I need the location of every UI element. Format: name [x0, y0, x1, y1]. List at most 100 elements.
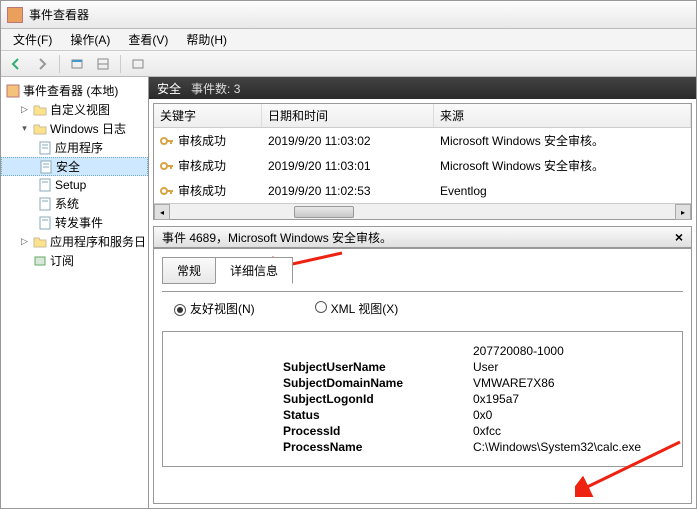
log-icon: [37, 215, 53, 231]
tree-label: Windows 日志: [50, 120, 126, 137]
folder-icon: [32, 102, 48, 118]
separator: [59, 55, 60, 73]
tree-label: 转发事件: [55, 214, 103, 231]
cell-src: Microsoft Windows 安全审核。: [440, 157, 604, 174]
radio-xml-view[interactable]: XML 视图(X): [315, 300, 399, 317]
cell-dt: 2019/9/20 11:03:02: [268, 134, 371, 148]
menu-help[interactable]: 帮助(H): [178, 29, 235, 50]
scroll-right-button[interactable]: ▸: [675, 204, 691, 220]
radio-icon: [174, 304, 186, 316]
tree-custom-views[interactable]: ▷ 自定义视图: [1, 100, 148, 119]
tab-general[interactable]: 常规: [162, 257, 216, 284]
key-processid: ProcessId: [283, 424, 473, 438]
menu-file[interactable]: 文件(F): [5, 29, 60, 50]
forward-button[interactable]: [31, 54, 53, 74]
tree-label: 应用程序: [55, 139, 103, 156]
cell-kw: 审核成功: [178, 157, 226, 174]
key-processname: ProcessName: [283, 440, 473, 454]
tree-root[interactable]: 事件查看器 (本地): [1, 81, 148, 100]
tree-windows-logs[interactable]: ▾ Windows 日志: [1, 119, 148, 138]
nav-tree: 事件查看器 (本地) ▷ 自定义视图 ▾ Windows 日志 应用程序 安全 …: [1, 77, 149, 508]
tree-system[interactable]: 系统: [1, 194, 148, 213]
cell-src: Microsoft Windows 安全审核。: [440, 132, 604, 149]
toolbar-btn-3[interactable]: [127, 54, 149, 74]
detail-header: 事件 4689，Microsoft Windows 安全审核。 ×: [153, 226, 692, 248]
scroll-thumb[interactable]: [294, 206, 354, 218]
key-subjectdomainname: SubjectDomainName: [283, 376, 473, 390]
toolbar: [1, 51, 696, 77]
list-title: 安全: [157, 80, 181, 97]
horizontal-scrollbar[interactable]: ◂ ▸: [154, 203, 691, 219]
back-button[interactable]: [5, 54, 27, 74]
tree-label: 订阅: [50, 252, 74, 269]
menu-action[interactable]: 操作(A): [62, 29, 118, 50]
cell-src: Eventlog: [440, 184, 487, 198]
tree-forwarded[interactable]: 转发事件: [1, 213, 148, 232]
scroll-left-button[interactable]: ◂: [154, 204, 170, 220]
eventviewer-icon: [5, 83, 21, 99]
list-header-bar: 安全 事件数: 3: [149, 77, 696, 99]
tree-label: 安全: [56, 158, 80, 175]
log-icon: [37, 177, 53, 193]
log-icon: [37, 196, 53, 212]
grid-body: 审核成功 2019/9/20 11:03:02 Microsoft Window…: [154, 128, 691, 203]
window-title: 事件查看器: [29, 6, 89, 23]
close-icon[interactable]: ×: [675, 229, 683, 245]
tree-application[interactable]: 应用程序: [1, 138, 148, 157]
cell-kw: 审核成功: [178, 132, 226, 149]
tree-label: 系统: [55, 195, 79, 212]
col-source[interactable]: 来源: [434, 104, 691, 127]
menu-view[interactable]: 查看(V): [120, 29, 176, 50]
cell-kw: 审核成功: [178, 182, 226, 199]
collapse-icon[interactable]: ▾: [19, 123, 30, 134]
col-datetime[interactable]: 日期和时间: [262, 104, 434, 127]
toolbar-btn-2[interactable]: [92, 54, 114, 74]
table-row[interactable]: 审核成功 2019/9/20 11:02:53 Eventlog: [154, 178, 691, 203]
value-status: 0x0: [473, 408, 492, 422]
value-subjectusername: User: [473, 360, 498, 374]
value-processid: 0xfcc: [473, 424, 501, 438]
subs-icon: [32, 253, 48, 269]
value-top: 207720080-1000: [473, 344, 564, 358]
tab-strip: 常规 详细信息: [162, 257, 683, 284]
key-status: Status: [283, 408, 473, 422]
tree-label: 应用程序和服务日: [50, 233, 146, 250]
radio-friendly-view[interactable]: 友好视图(N): [174, 300, 255, 317]
event-count-label: 事件数: 3: [191, 80, 240, 97]
log-icon: [38, 159, 54, 175]
title-bar: 事件查看器: [1, 1, 696, 29]
tree-label: 事件查看器 (本地): [23, 82, 118, 99]
cell-dt: 2019/9/20 11:03:01: [268, 159, 371, 173]
expand-icon[interactable]: ▷: [19, 236, 30, 247]
spacer: [19, 255, 30, 266]
tree-label: Setup: [55, 178, 86, 192]
separator: [120, 55, 121, 73]
value-processname: C:\Windows\System32\calc.exe: [473, 440, 641, 454]
log-icon: [37, 140, 53, 156]
detail-values: 207720080-1000 SubjectUserNameUser Subje…: [162, 331, 683, 467]
value-subjectdomainname: VMWARE7X86: [473, 376, 555, 390]
tree-setup[interactable]: Setup: [1, 176, 148, 194]
grid-header: 关键字 日期和时间 来源: [154, 104, 691, 128]
menu-bar: 文件(F) 操作(A) 查看(V) 帮助(H): [1, 29, 696, 51]
tab-details[interactable]: 详细信息: [215, 257, 293, 284]
expand-icon[interactable]: ▷: [19, 104, 30, 115]
cell-dt: 2019/9/20 11:02:53: [268, 184, 371, 198]
key-icon: [160, 159, 174, 173]
toolbar-btn-1[interactable]: [66, 54, 88, 74]
value-subjectlogonid: 0x195a7: [473, 392, 519, 406]
col-keyword[interactable]: 关键字: [154, 104, 262, 127]
detail-title: 事件 4689，Microsoft Windows 安全审核。: [162, 229, 392, 246]
tree-label: 自定义视图: [50, 101, 110, 118]
detail-pane: 常规 详细信息 友好视图(N) XML 视图(X) 207720080-1000…: [153, 248, 692, 504]
tree-subscriptions[interactable]: 订阅: [1, 251, 148, 270]
event-grid: 关键字 日期和时间 来源 审核成功 2019/9/20 11:03:02 Mic…: [153, 103, 692, 220]
folder-icon: [32, 121, 48, 137]
key-subjectlogonid: SubjectLogonId: [283, 392, 473, 406]
tree-security[interactable]: 安全: [1, 157, 148, 176]
table-row[interactable]: 审核成功 2019/9/20 11:03:02 Microsoft Window…: [154, 128, 691, 153]
key-icon: [160, 134, 174, 148]
radio-icon: [315, 301, 327, 313]
table-row[interactable]: 审核成功 2019/9/20 11:03:01 Microsoft Window…: [154, 153, 691, 178]
tree-app-services[interactable]: ▷ 应用程序和服务日: [1, 232, 148, 251]
